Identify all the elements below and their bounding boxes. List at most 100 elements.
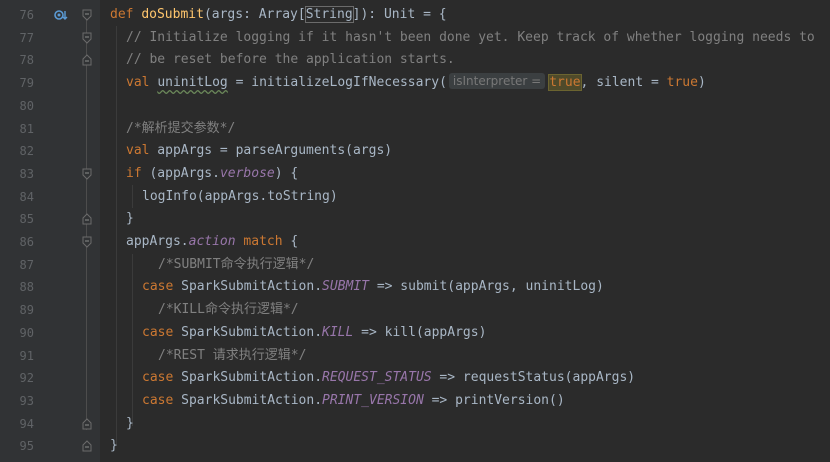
property: verbose (219, 165, 275, 181)
line-number: 88 (19, 280, 34, 295)
code-text: ]): (352, 7, 384, 22)
code-text: => printVersion() (423, 392, 565, 408)
line-number: 89 (19, 303, 34, 318)
code-text: => kill(appArgs) (353, 324, 487, 340)
gutter-line: 86 (0, 231, 100, 254)
override-gutter-icon[interactable] (54, 9, 70, 21)
code-line-85[interactable]: } (100, 208, 830, 231)
gutter-line: 85 (0, 208, 100, 231)
code-line-89[interactable]: /*KILL命令执行逻辑*/ (100, 299, 830, 322)
code-line-78[interactable]: // be reset before the application start… (100, 49, 830, 72)
code-line-80[interactable] (100, 95, 830, 118)
fold-icon[interactable] (82, 213, 92, 225)
line-number: 80 (19, 98, 34, 113)
fold-icon[interactable] (82, 440, 92, 452)
variable-name: uninitLog (157, 75, 228, 91)
fold-icon[interactable] (82, 9, 92, 21)
keyword: match (243, 234, 283, 249)
gutter-line: 83 (0, 163, 100, 186)
type-name: String (304, 6, 354, 23)
gutter-line: 92 (0, 367, 100, 390)
code-text: SparkSubmitAction. (173, 324, 323, 340)
gutter-line: 77 (0, 27, 100, 50)
code-text: SparkSubmitAction. (173, 370, 323, 386)
line-number: 84 (19, 189, 34, 204)
code-line-77[interactable]: // Initialize logging if it hasn't been … (100, 27, 830, 50)
code-text: => submit(appArgs, uninitLog) (369, 279, 604, 295)
line-number: 94 (19, 416, 34, 431)
code-line-94[interactable]: } (100, 413, 830, 436)
code-line-95[interactable]: } (100, 435, 830, 458)
gutter-line: 95 (0, 435, 100, 458)
code-text: ) (697, 75, 706, 91)
code-line-87[interactable]: /*SUBMIT命令执行逻辑*/ (100, 254, 830, 277)
comment: /*SUBMIT命令执行逻辑*/ (158, 256, 315, 272)
gutter-line: 76 (0, 4, 100, 27)
code-line-83[interactable]: if (appArgs.verbose) { (100, 163, 830, 186)
code-line-84[interactable]: logInfo(appArgs.toString) (100, 186, 830, 209)
keyword: val (126, 75, 150, 91)
comment: // be reset before the application start… (126, 52, 455, 68)
code-text: (appArgs. (141, 165, 220, 181)
code-text: { (282, 234, 299, 249)
code-line-91[interactable]: /*REST 请求执行逻辑*/ (100, 345, 830, 368)
type-name: Unit (383, 7, 416, 22)
line-number: 92 (19, 371, 34, 386)
fold-icon[interactable] (82, 236, 92, 248)
code-line-88[interactable]: case SparkSubmitAction.SUBMIT => submit(… (100, 276, 830, 299)
code-line-79[interactable]: val uninitLog = initializeLogIfNecessary… (100, 72, 830, 95)
keyword: val (126, 143, 150, 159)
fold-icon[interactable] (82, 417, 92, 430)
line-number: 93 (19, 393, 34, 408)
code-text: } (126, 415, 134, 431)
function-name: doSubmit (141, 7, 204, 22)
gutter-line: 91 (0, 345, 100, 368)
editor-gutter: 76 77 78 79 80 81 82 83 84 85 86 87 88 8… (0, 0, 100, 462)
code-text: logInfo(appArgs.toString) (142, 188, 338, 204)
code-line-76[interactable]: def doSubmit(args: Array[String]): Unit … (100, 4, 830, 27)
code-text: appArgs = parseArguments(args) (149, 143, 393, 159)
code-line-81[interactable]: /*解析提交参数*/ (100, 118, 830, 141)
code-text: ) { (274, 165, 299, 181)
line-number: 95 (19, 439, 34, 454)
comment: /*KILL命令执行逻辑*/ (158, 302, 299, 318)
gutter-line: 79 (0, 72, 100, 95)
fold-icon[interactable] (82, 32, 92, 44)
code-text: => requestStatus(appArgs) (431, 370, 636, 386)
code-area[interactable]: def doSubmit(args: Array[String]): Unit … (100, 0, 830, 462)
code-text: = { (415, 7, 447, 22)
line-number: 78 (19, 53, 34, 68)
line-number: 90 (19, 325, 34, 340)
code-text: SparkSubmitAction. (173, 392, 323, 408)
code-line-92[interactable]: case SparkSubmitAction.REQUEST_STATUS =>… (100, 367, 830, 390)
code-text: SparkSubmitAction. (173, 279, 323, 295)
code-line-93[interactable]: case SparkSubmitAction.PRINT_VERSION => … (100, 390, 830, 413)
code-line-82[interactable]: val appArgs = parseArguments(args) (100, 140, 830, 163)
gutter-line: 88 (0, 276, 100, 299)
gutter-line: 84 (0, 186, 100, 209)
code-line-90[interactable]: case SparkSubmitAction.KILL => kill(appA… (100, 322, 830, 345)
parameter-hint: isInterpreter = (448, 73, 546, 90)
comment: /*REST 请求执行逻辑*/ (158, 347, 307, 363)
line-number: 86 (19, 235, 34, 249)
line-number: 91 (19, 348, 34, 363)
line-number: 87 (19, 257, 34, 272)
code-editor[interactable]: 76 77 78 79 80 81 82 83 84 85 86 87 88 8… (0, 0, 830, 462)
keyword: case (142, 279, 174, 295)
gutter-line: 78 (0, 49, 100, 72)
gutter-line: 93 (0, 390, 100, 413)
comment: // Initialize logging if it hasn't been … (126, 29, 815, 45)
gutter-line: 80 (0, 95, 100, 118)
property: KILL (322, 324, 354, 340)
line-number: 77 (19, 30, 34, 45)
code-line-86[interactable]: appArgs.action match { (100, 231, 830, 254)
gutter-line: 90 (0, 322, 100, 345)
gutter-line: 81 (0, 118, 100, 141)
line-number: 83 (19, 166, 34, 181)
line-number: 82 (19, 144, 34, 159)
fold-icon[interactable] (82, 168, 92, 180)
code-text: = initializeLogIfNecessary( (227, 75, 447, 91)
gutter-line: 87 (0, 254, 100, 277)
fold-icon[interactable] (82, 54, 92, 66)
property: REQUEST_STATUS (322, 370, 432, 386)
